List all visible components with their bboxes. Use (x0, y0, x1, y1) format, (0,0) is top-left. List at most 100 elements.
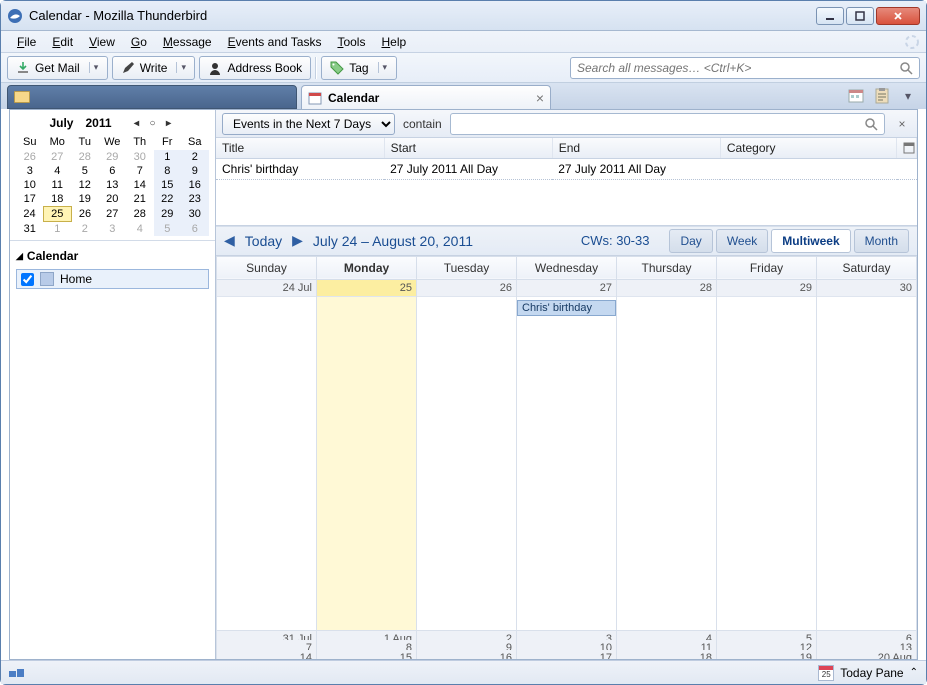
event-col-header[interactable]: End (552, 138, 720, 159)
online-status-icon[interactable] (9, 667, 25, 679)
mini-day[interactable]: 21 (126, 192, 154, 207)
mini-next-button[interactable]: ▸ (162, 116, 176, 130)
view-tab-week[interactable]: Week (716, 229, 768, 253)
write-button[interactable]: Write ▾ (112, 56, 196, 80)
grid-day-cell[interactable]: 18 (617, 649, 717, 659)
grid-day-cell[interactable]: 3 (517, 630, 617, 639)
mini-day[interactable]: 28 (126, 207, 154, 222)
grid-day-cell[interactable]: 26 (417, 279, 517, 630)
mini-day[interactable]: 17 (16, 192, 44, 207)
menu-go[interactable]: Go (123, 33, 155, 51)
mini-day[interactable]: 30 (126, 150, 154, 164)
dropdown-arrow-icon[interactable]: ▾ (89, 62, 99, 73)
mini-day[interactable]: 1 (154, 150, 182, 164)
tab-folder[interactable] (7, 85, 297, 109)
tab-close-button[interactable]: × (536, 90, 544, 106)
grid-day-cell[interactable]: 4 (617, 630, 717, 639)
grid-day-cell[interactable]: 13 (817, 640, 917, 649)
grid-day-cell[interactable]: 17 (517, 649, 617, 659)
grid-day-cell[interactable]: 11 (617, 640, 717, 649)
nav-prev-button[interactable]: ◀ (224, 232, 235, 249)
mini-month[interactable]: July (49, 116, 73, 130)
grid-day-cell[interactable]: 2 (417, 630, 517, 639)
grid-day-cell[interactable]: 5 (717, 630, 817, 639)
mini-day[interactable]: 6 (99, 164, 127, 178)
nav-next-button[interactable]: ▶ (292, 232, 303, 249)
menu-edit[interactable]: Edit (44, 33, 81, 51)
tabs-menu-button[interactable]: ▾ (898, 86, 918, 106)
mini-day[interactable]: 28 (71, 150, 99, 164)
nav-today-button[interactable]: Today (245, 233, 282, 249)
grid-day-cell[interactable]: 1 Aug (317, 630, 417, 639)
grid-day-cell[interactable]: 30 (817, 279, 917, 630)
grid-day-cell[interactable]: 29 (717, 279, 817, 630)
grid-day-cell[interactable]: 15 (317, 649, 417, 659)
filter-close-button[interactable]: × (893, 115, 911, 133)
filter-search-input[interactable] (457, 117, 864, 131)
mini-day[interactable]: 1 (44, 222, 72, 237)
mini-day[interactable]: 2 (71, 222, 99, 237)
mini-day[interactable]: 15 (154, 178, 182, 192)
dropdown-arrow-icon[interactable]: ▾ (176, 62, 186, 73)
mini-day[interactable]: 4 (126, 222, 154, 237)
grid-day-cell[interactable]: 7 (217, 640, 317, 649)
mini-day[interactable]: 7 (126, 164, 154, 178)
grid-day-cell[interactable]: 24 Jul (217, 279, 317, 630)
grid-day-cell[interactable]: 12 (717, 640, 817, 649)
grid-day-cell[interactable]: 6 (817, 630, 917, 639)
mini-year[interactable]: 2011 (85, 116, 111, 130)
mini-day[interactable]: 9 (181, 164, 209, 178)
view-tab-month[interactable]: Month (854, 229, 909, 253)
event-col-header[interactable]: Category (720, 138, 896, 159)
close-button[interactable] (876, 7, 920, 25)
mini-day[interactable]: 13 (99, 178, 127, 192)
mini-day[interactable]: 25 (44, 207, 72, 222)
event-row[interactable]: Chris' birthday27 July 2011 All Day27 Ju… (216, 159, 917, 180)
view-tab-multiweek[interactable]: Multiweek (771, 229, 850, 253)
minimize-button[interactable] (816, 7, 844, 25)
today-pane-toggle[interactable]: 25 Today Pane ⌃ (818, 665, 918, 681)
calendar-item[interactable]: Home (16, 269, 209, 289)
menu-events-and-tasks[interactable]: Events and Tasks (220, 33, 330, 51)
grid-day-cell[interactable]: 28 (617, 279, 717, 630)
mini-day[interactable]: 19 (71, 192, 99, 207)
event-col-header[interactable]: Start (384, 138, 552, 159)
tree-toggle-icon[interactable]: ◢ (16, 251, 23, 262)
view-tab-day[interactable]: Day (669, 229, 712, 253)
mini-day[interactable]: 27 (99, 207, 127, 222)
mini-day[interactable]: 22 (154, 192, 182, 207)
mini-prev-button[interactable]: ◂ (130, 116, 144, 130)
tab-calendar[interactable]: Calendar × (301, 85, 551, 109)
menu-view[interactable]: View (81, 33, 123, 51)
maximize-button[interactable] (846, 7, 874, 25)
grid-day-cell[interactable]: 25 (317, 279, 417, 630)
calendar-checkbox[interactable] (21, 273, 34, 286)
mini-day[interactable]: 6 (181, 222, 209, 237)
mini-calendar-grid[interactable]: SuMoTuWeThFrSa 2627282930123456789101112… (16, 134, 209, 236)
event-col-header[interactable]: Title (216, 138, 384, 159)
mini-day[interactable]: 5 (71, 164, 99, 178)
mini-day[interactable]: 24 (16, 207, 44, 222)
mini-day[interactable]: 23 (181, 192, 209, 207)
menu-tools[interactable]: Tools (329, 33, 373, 51)
mini-day[interactable]: 3 (16, 164, 44, 178)
filter-search[interactable] (450, 113, 885, 135)
mini-day[interactable]: 5 (154, 222, 182, 237)
grid-day-cell[interactable]: 14 (217, 649, 317, 659)
mini-day[interactable]: 30 (181, 207, 209, 222)
calendar-tab-button[interactable] (846, 86, 866, 106)
mini-day[interactable]: 16 (181, 178, 209, 192)
menu-help[interactable]: Help (373, 33, 414, 51)
grid-day-cell[interactable]: 8 (317, 640, 417, 649)
mini-day[interactable]: 4 (44, 164, 72, 178)
get-mail-button[interactable]: Get Mail ▾ (7, 56, 108, 80)
mini-today-button[interactable]: ○ (146, 116, 160, 130)
grid-day-cell[interactable]: 10 (517, 640, 617, 649)
event-col-config[interactable] (897, 138, 917, 159)
mini-day[interactable]: 11 (44, 178, 72, 192)
mini-day[interactable]: 12 (71, 178, 99, 192)
calendar-grid[interactable]: SundayMondayTuesdayWednesdayThursdayFrid… (216, 256, 917, 660)
address-book-button[interactable]: Address Book (199, 56, 311, 80)
mini-day[interactable]: 27 (44, 150, 72, 164)
tag-button[interactable]: Tag ▾ (321, 56, 396, 80)
